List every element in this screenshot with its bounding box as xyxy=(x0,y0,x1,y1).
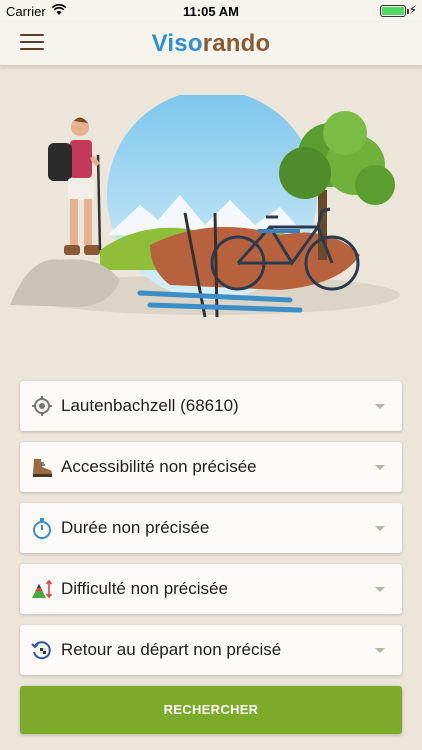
chevron-down-icon xyxy=(375,465,385,470)
return-filter[interactable]: Retour au départ non précisé xyxy=(20,625,402,675)
status-bar: Carrier 11:05 AM ⚡ xyxy=(0,0,422,22)
location-filter[interactable]: Lautenbachzell (68610) xyxy=(20,381,402,431)
logo-part-1: Viso xyxy=(151,30,203,57)
location-filter-label: Lautenbachzell (68610) xyxy=(61,396,239,415)
accessibility-filter[interactable]: Accessibilité non précisée xyxy=(20,442,402,492)
accessibility-filter-label: Accessibilité non précisée xyxy=(61,457,257,476)
duration-filter-label: Durée non précisée xyxy=(61,518,210,537)
chevron-down-icon xyxy=(375,526,385,531)
search-button[interactable]: RECHERCHER xyxy=(20,686,402,734)
return-filter-label: Retour au départ non précisé xyxy=(61,640,282,659)
chevron-down-icon xyxy=(375,587,385,592)
clock: 11:05 AM xyxy=(183,4,239,19)
difficulty-filter[interactable]: Difficulté non précisée xyxy=(20,564,402,614)
chevron-down-icon xyxy=(375,404,385,409)
charging-icon: ⚡ xyxy=(408,3,417,17)
location-target-icon xyxy=(32,396,52,416)
chevron-down-icon xyxy=(375,648,385,653)
nav-bar: Visorando xyxy=(0,22,422,66)
app-logo: Visorando xyxy=(0,30,422,58)
hero-illustration xyxy=(10,95,400,318)
battery-icon xyxy=(380,5,409,17)
stopwatch-icon xyxy=(33,518,51,539)
hiking-boot-icon xyxy=(33,459,52,477)
logo-part-2: rando xyxy=(202,30,271,57)
return-start-icon xyxy=(31,641,51,660)
mountain-difficulty-icon xyxy=(32,579,53,599)
duration-filter[interactable]: Durée non précisée xyxy=(20,503,402,553)
difficulty-filter-label: Difficulté non précisée xyxy=(61,579,228,598)
